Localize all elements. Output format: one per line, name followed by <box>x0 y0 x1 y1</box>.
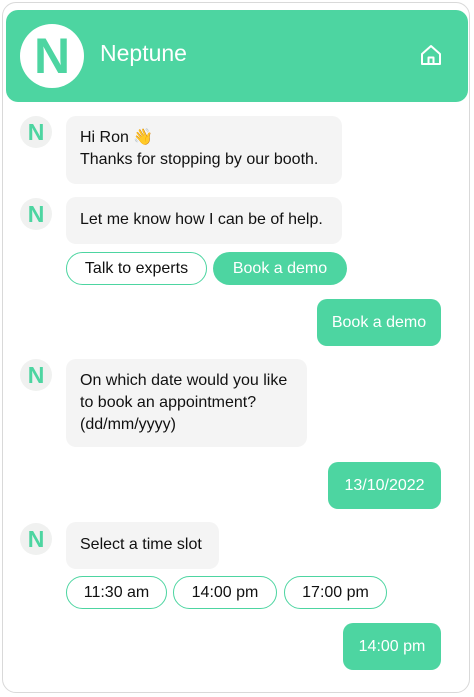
bot-avatar: N <box>20 359 52 391</box>
bot-message-date: On which date would you like to book an … <box>66 359 307 447</box>
bot-avatar-letter: N <box>27 525 45 552</box>
chat-header: N Neptune <box>6 10 468 102</box>
time-slot-1700[interactable]: 17:00 pm <box>284 576 387 609</box>
home-icon <box>421 45 441 65</box>
bot-avatar: N <box>20 523 52 555</box>
logo-letter: N <box>33 28 71 84</box>
bot-message-slot: Select a time slot <box>66 522 219 569</box>
user-message: 14:00 pm <box>343 623 441 670</box>
message-line: to book an appointment? <box>80 394 257 411</box>
message-line: Let me know how I can be of help. <box>80 211 323 228</box>
quick-reply-talk-to-experts[interactable]: Talk to experts <box>66 252 207 285</box>
bot-message-greeting: Hi Ron 👋 Thanks for stopping by our boot… <box>66 116 342 184</box>
time-slot-1130[interactable]: 11:30 am <box>66 576 167 609</box>
bot-avatar-letter: N <box>27 118 45 145</box>
home-button[interactable] <box>416 40 446 70</box>
time-slot-1400[interactable]: 14:00 pm <box>173 576 277 609</box>
message-line: Thanks for stopping by our booth. <box>80 151 319 168</box>
user-message: 13/10/2022 <box>328 462 441 509</box>
bot-avatar: N <box>20 198 52 230</box>
bot-avatar-letter: N <box>27 361 45 388</box>
message-line: On which date would you like <box>80 372 288 389</box>
brand-title: Neptune <box>100 40 187 66</box>
message-line: Select a time slot <box>80 536 202 553</box>
message-line: Hi Ron 👋 <box>80 129 154 146</box>
bot-avatar-letter: N <box>27 200 45 227</box>
user-message: Book a demo <box>317 299 441 346</box>
bot-message-help: Let me know how I can be of help. <box>66 197 342 244</box>
brand-logo: N <box>20 24 84 88</box>
bot-avatar: N <box>20 116 52 148</box>
message-line: (dd/mm/yyyy) <box>80 416 176 433</box>
quick-reply-book-a-demo[interactable]: Book a demo <box>213 252 347 285</box>
